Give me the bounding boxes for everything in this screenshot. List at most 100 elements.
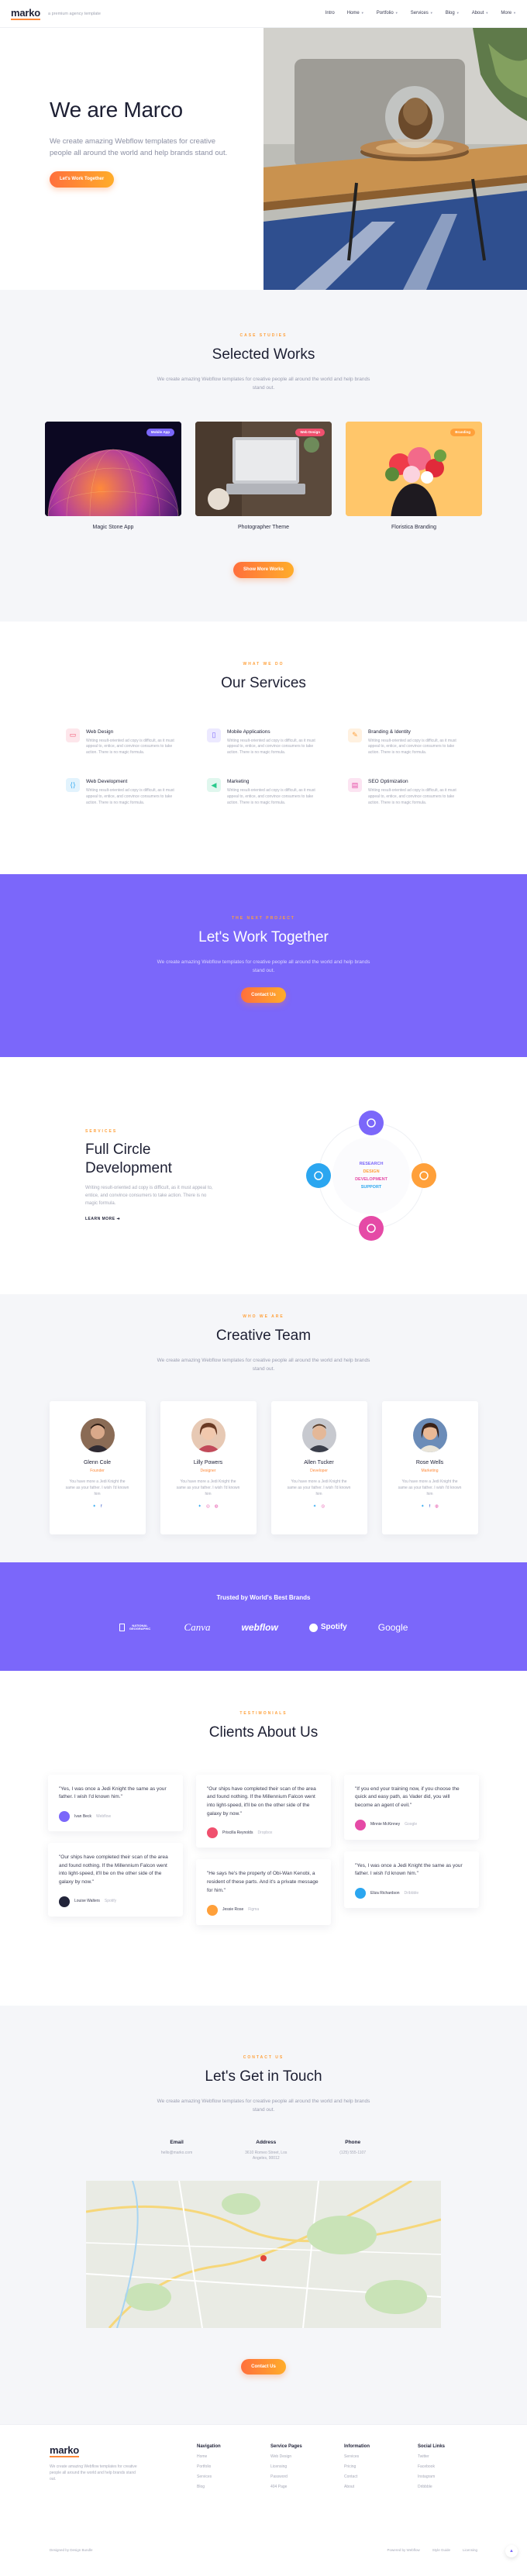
footer: marko We create amazing Webflow template… xyxy=(0,2424,527,2564)
team-member-card: Glenn Cole Founder You have more a Jedi … xyxy=(49,1400,146,1534)
dribbble-icon[interactable]: ◍ xyxy=(215,1504,219,1510)
testimonial-text: "He says he's the property of Obi-Wan Ke… xyxy=(207,1871,319,1893)
hero-image xyxy=(264,28,527,290)
instagram-icon[interactable]: ◎ xyxy=(321,1504,325,1510)
work-tag: Branding xyxy=(450,428,475,436)
clients-title: Clients About Us xyxy=(208,1724,319,1741)
footer-link[interactable]: Portfolio xyxy=(197,2464,270,2470)
process-orbit: RESEARCH DESIGN DEVELOPMENT SUPPORT xyxy=(298,1102,445,1249)
team-title: Creative Team xyxy=(215,1328,312,1344)
service-item: ✎ Branding & Identity Writing result-orien… xyxy=(348,728,461,756)
style-guide-link[interactable]: Style Guide xyxy=(432,2548,450,2553)
nav-link-more[interactable]: More ▼ xyxy=(501,10,516,16)
orbit-label-research: RESEARCH xyxy=(360,1162,384,1166)
nav-link-home[interactable]: Home ▼ xyxy=(347,10,364,16)
service-item: ▭ Web Design Writing result-oriented ad co… xyxy=(66,728,179,756)
avatar-image xyxy=(306,1424,332,1452)
nav-link-intro[interactable]: Intro xyxy=(326,10,335,16)
scroll-top-button[interactable]: ▲ xyxy=(505,2545,518,2557)
hero-illustration xyxy=(264,28,527,290)
chart-icon: ▤ xyxy=(348,777,362,792)
footer-link[interactable]: Home xyxy=(197,2454,270,2460)
work-card[interactable]: Web Design Photographer Theme xyxy=(195,421,332,532)
footer-link[interactable]: Services xyxy=(197,2474,270,2480)
client-name: Ivan Beck xyxy=(74,1813,91,1819)
works-grid: Mobile App Magic Stone App Web Design Ph… xyxy=(0,421,527,532)
phone-icon: ▯ xyxy=(207,728,221,742)
client-company: Webflow xyxy=(95,1813,112,1819)
learn-more-link[interactable]: LEARN MORE ➜ xyxy=(85,1217,232,1222)
contact-eyebrow: CONTACT US xyxy=(243,2055,284,2060)
service-item: ◀ Marketing Writing result-oriented ad cop… xyxy=(207,777,320,806)
contact-details: Email hello@marko.com Address 3610 Romeo S… xyxy=(0,2139,527,2162)
contact-us-button[interactable]: Contact Us xyxy=(241,987,286,1004)
member-bio: You have more a Jedi Knight the same as … xyxy=(398,1479,462,1496)
map[interactable] xyxy=(86,2180,441,2328)
testimonials-grid: "Yes, I was once a Jedi Knight the same … xyxy=(0,1774,527,1925)
twitter-icon[interactable]: ✦ xyxy=(421,1504,425,1510)
google-logo: Google xyxy=(377,1621,408,1633)
footer-link[interactable]: Contact xyxy=(344,2474,418,2480)
testimonial-column: "Yes, I was once a Jedi Knight the same … xyxy=(48,1774,183,1925)
team-member-card: Allen Tucker Developer You have more a J… xyxy=(270,1400,367,1534)
nav-link-portfolio[interactable]: Portfolio ▼ xyxy=(377,10,398,16)
footer-link[interactable]: Licensing xyxy=(270,2464,344,2470)
client-name: Louise Walters xyxy=(74,1899,100,1904)
footer-link[interactable]: About xyxy=(344,2485,418,2490)
footer-link[interactable]: Password xyxy=(270,2474,344,2480)
megaphone-icon: ◀ xyxy=(207,777,221,792)
footer-link[interactable]: Blog xyxy=(197,2485,270,2490)
dribbble-icon[interactable]: ◍ xyxy=(435,1504,439,1510)
show-more-works-button[interactable]: Show More Works xyxy=(233,562,294,578)
twitter-icon[interactable]: ✦ xyxy=(313,1504,317,1510)
facebook-icon[interactable]: f xyxy=(429,1504,431,1510)
nav-link-blog[interactable]: Blog ▼ xyxy=(446,10,460,16)
hero-cta-button[interactable]: Let's Work Together xyxy=(50,171,115,188)
avatar xyxy=(191,1417,226,1452)
footer-link[interactable]: Services xyxy=(344,2454,418,2460)
footer-link[interactable]: Web Design xyxy=(270,2454,344,2460)
service-text: Writing result-oriented ad copy is diffi… xyxy=(227,788,315,805)
nav-link-about[interactable]: About ▼ xyxy=(472,10,489,16)
footer-link[interactable]: Instagram xyxy=(418,2474,491,2480)
testimonial-text: "If you end your training now, if you ch… xyxy=(355,1786,460,1809)
twitter-icon[interactable]: ✦ xyxy=(92,1504,96,1510)
nav-links: Intro Home ▼ Portfolio ▼ Services ▼ Blog ▼ A… xyxy=(326,10,516,16)
footer-link[interactable]: Facebook xyxy=(418,2464,491,2470)
contact-section: CONTACT US Let's Get in Touch We create … xyxy=(0,2006,527,2424)
footer-col-information: Information Services Pricing Contact About xyxy=(344,2443,418,2490)
footer-link[interactable]: Dribbble xyxy=(418,2485,491,2490)
testimonial-column: "If you end your training now, if you ch… xyxy=(344,1774,479,1925)
team-section: WHO WE ARE Creative Team We create amazi… xyxy=(0,1294,527,1562)
powered-by-link[interactable]: Powered by Webflow xyxy=(388,2548,420,2553)
team-eyebrow: WHO WE ARE xyxy=(243,1314,284,1319)
nav-link-services[interactable]: Services ▼ xyxy=(411,10,433,16)
brand-logos: NATIONAL GEOGRAPHIC Canva webflow Spotif… xyxy=(0,1620,527,1634)
contact-submit-button[interactable]: Contact Us xyxy=(241,2358,286,2375)
client-name: Eliza Richardson xyxy=(370,1890,400,1896)
client-company: Dropbox xyxy=(257,1830,273,1835)
testimonial-card: "He says he's the property of Obi-Wan Ke… xyxy=(196,1859,331,1925)
footer-link[interactable]: 404 Page xyxy=(270,2485,344,2490)
service-item: ⟨⟩ Web Development Writing result-oriented… xyxy=(66,777,179,806)
footer-link[interactable]: Twitter xyxy=(418,2454,491,2460)
client-company: Spotify xyxy=(104,1899,117,1904)
webflow-logo: webflow xyxy=(241,1621,278,1633)
facebook-icon[interactable]: f xyxy=(101,1504,102,1510)
twitter-icon[interactable]: ✦ xyxy=(198,1504,202,1510)
member-role: Founder xyxy=(90,1469,105,1474)
instagram-icon[interactable]: ◎ xyxy=(206,1504,210,1510)
footer-logo[interactable]: marko xyxy=(50,2444,79,2457)
licensing-link[interactable]: Licensing xyxy=(463,2548,477,2553)
logo[interactable]: marko xyxy=(11,6,40,21)
member-name: Allen Tucker xyxy=(304,1459,334,1465)
together-subtitle: We create amazing Webflow templates for … xyxy=(157,959,370,973)
client-company: Figma xyxy=(248,1907,260,1913)
footer-link[interactable]: Pricing xyxy=(344,2464,418,2470)
avatar xyxy=(355,1819,366,1830)
service-text: Writing result-oriented ad copy is diffi… xyxy=(86,788,174,805)
footer-bottom: Designed by Design Bundle Powered by Web… xyxy=(50,2548,477,2553)
work-card[interactable]: Branding Floristica Branding xyxy=(346,421,482,532)
work-card[interactable]: Mobile App Magic Stone App xyxy=(45,421,181,532)
works-subtitle: We create amazing Webflow templates for … xyxy=(157,376,370,391)
